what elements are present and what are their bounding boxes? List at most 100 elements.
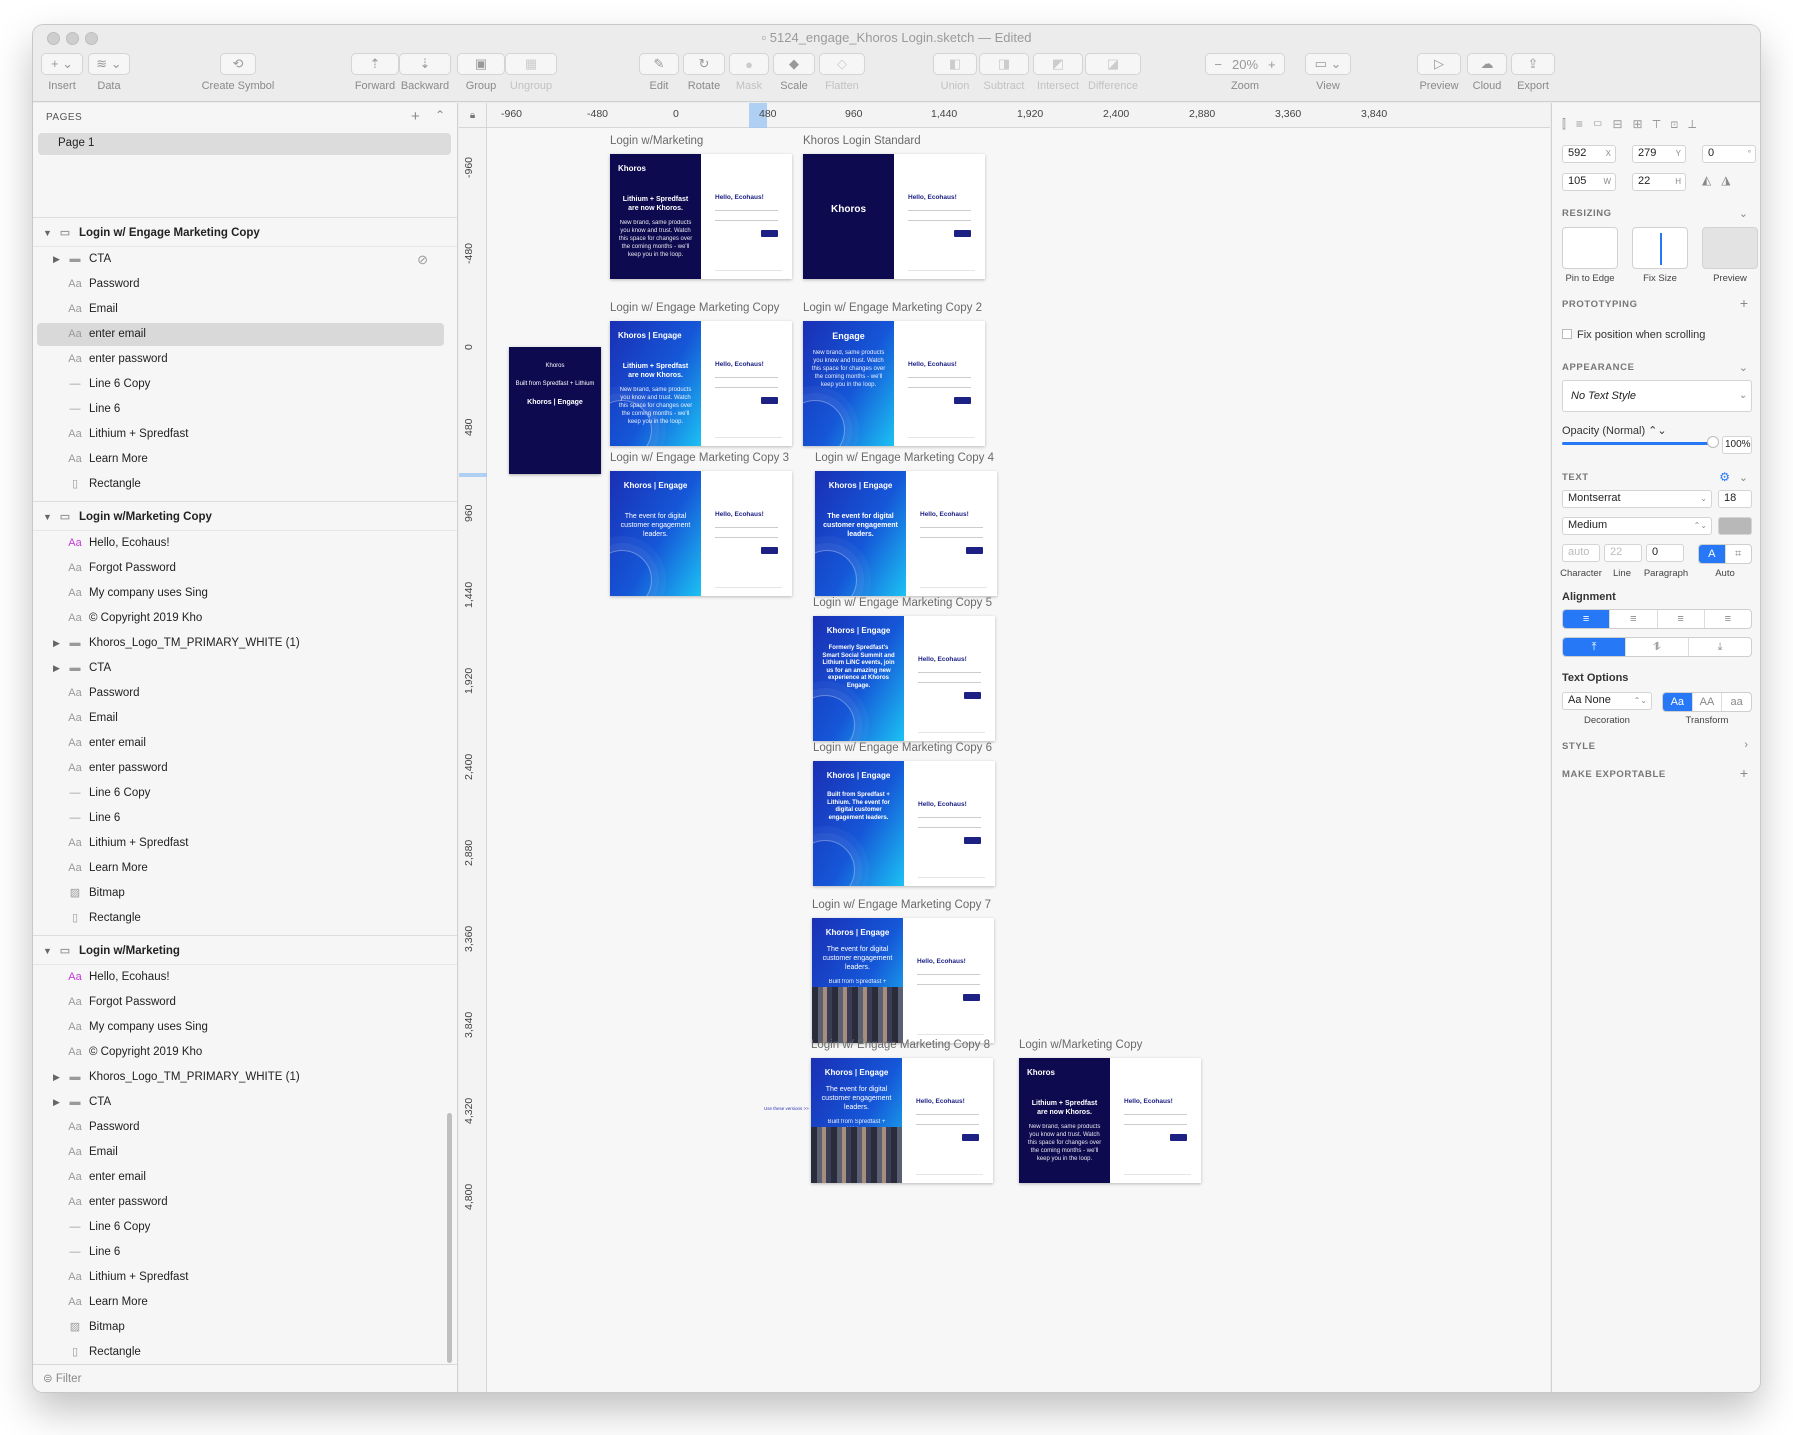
disclosure-open-icon[interactable]: ▼ — [43, 218, 53, 248]
mask-button[interactable]: ● Mask — [729, 53, 769, 92]
flatten-button[interactable]: ◇ Flatten — [819, 53, 865, 92]
chevron-right-icon[interactable]: › — [1744, 739, 1748, 751]
text-style-select[interactable]: No Text Style ⌄ — [1562, 380, 1752, 412]
add-icon[interactable]: + — [1740, 765, 1748, 781]
fix-size-widget[interactable] — [1632, 227, 1688, 269]
layer-row[interactable]: Aa enter password — [33, 347, 457, 372]
font-weight-select[interactable]: Medium ⌃⌄ — [1562, 517, 1712, 535]
backward-button[interactable]: ⇣ Backward — [399, 53, 451, 92]
layer-row[interactable]: — Line 6 Copy — [33, 372, 457, 397]
filter-bar[interactable]: ⊜ Filter — [33, 1364, 457, 1392]
forward-button[interactable]: ⇡ Forward — [351, 53, 399, 92]
layer-row[interactable]: Aa Email — [33, 297, 457, 322]
layers-scrollbar[interactable] — [447, 1113, 452, 1363]
transform-segmented[interactable]: Aa AA aa — [1662, 692, 1752, 712]
horizontal-alignment[interactable]: ≡ ≡ ≡ ≡ — [1562, 609, 1752, 629]
style-header[interactable]: STYLE — [1562, 741, 1596, 752]
export-button[interactable]: ⇪ Export — [1511, 53, 1555, 92]
layer-group[interactable]: ▼ ▭ Login w/Marketing — [33, 935, 457, 965]
artboard-title[interactable]: Login w/ Engage Marketing Copy 7 — [812, 899, 991, 911]
layer-row[interactable]: — Line 6 — [33, 1240, 457, 1265]
layer-row[interactable]: ▨ Bitmap — [33, 881, 457, 906]
layer-row[interactable]: Aa Hello, Ecohaus! — [33, 965, 457, 990]
fixed-size-icon[interactable]: ⌗ — [1726, 545, 1752, 563]
hidden-eye-icon[interactable]: ⊘ — [417, 247, 428, 272]
layer-row[interactable]: ▶ ▬ CTA — [33, 656, 457, 681]
flip-icons[interactable]: ◭◮ — [1702, 173, 1740, 187]
canvas[interactable]: 🔒︎ -960 -480 0 480 960 1,440 1,920 2,400… — [459, 103, 1550, 1392]
chevron-down-icon[interactable]: ⌄ — [1739, 361, 1748, 374]
union-button[interactable]: ◧ Union — [933, 53, 977, 92]
char-spacing-field[interactable]: auto — [1562, 544, 1600, 562]
align-right-icon[interactable]: ≡ — [1658, 610, 1705, 628]
layer-row[interactable]: Aa © Copyright 2019 Kho — [33, 606, 457, 631]
artboard-engage-marketing-copy-6[interactable]: Login w/ Engage Marketing Copy 6 Khoros … — [813, 742, 995, 886]
artboard-title[interactable]: Login w/ Engage Marketing Copy 4 — [815, 452, 994, 464]
layer-row[interactable]: Aa Password — [33, 681, 457, 706]
layer-row[interactable]: ▨ Bitmap — [33, 1315, 457, 1340]
horizontal-ruler[interactable]: -960 -480 0 480 960 1,440 1,920 2,400 2,… — [487, 103, 1550, 128]
chevron-down-icon[interactable]: ⌄ — [1739, 207, 1748, 220]
preview-button[interactable]: ▷ Preview — [1417, 53, 1461, 92]
artboard-engage-marketing-copy-3[interactable]: Login w/ Engage Marketing Copy 3 Khoros … — [610, 452, 792, 596]
layer-row[interactable]: ▶ ▬ CTA ⊘ — [33, 247, 457, 272]
text-color-swatch[interactable] — [1718, 517, 1752, 535]
layer-row[interactable]: — Line 6 — [33, 806, 457, 831]
paragraph-spacing-field[interactable]: 0 — [1646, 544, 1684, 562]
layer-row[interactable]: Aa Forgot Password — [33, 556, 457, 581]
layer-row[interactable]: Aa © Copyright 2019 Kho — [33, 1040, 457, 1065]
fix-position-checkbox[interactable]: Fix position when scrolling — [1562, 329, 1705, 341]
layer-row[interactable]: Aa Password — [33, 272, 457, 297]
filter-input[interactable]: Filter — [56, 1373, 82, 1385]
engage-logo-artboard[interactable]: Khoros Built from Spredfast + Lithium Kh… — [509, 347, 601, 474]
width-field[interactable]: 105 W — [1562, 173, 1616, 191]
transform-lower[interactable]: aa — [1722, 693, 1751, 711]
opacity-slider-knob[interactable] — [1707, 436, 1719, 448]
artboard-title[interactable]: Login w/Marketing — [610, 135, 703, 147]
artboard-login-marketing[interactable]: Login w/Marketing Khoros Lithium + Spredf… — [610, 135, 792, 279]
height-field[interactable]: 22 H — [1632, 173, 1686, 191]
ungroup-button[interactable]: ▦ Ungroup — [505, 53, 557, 92]
artboard-title[interactable]: Login w/ Engage Marketing Copy 3 — [610, 452, 789, 464]
zoom-stepper[interactable]: − 20% + — [1205, 53, 1285, 75]
group-button[interactable]: ▣ Group — [457, 53, 505, 92]
vertical-ruler[interactable]: -960 -480 0 480 960 1,440 1,920 2,400 2,… — [459, 128, 487, 1392]
rotate-button[interactable]: ↻ Rotate — [683, 53, 725, 92]
layer-row[interactable]: Aa Lithium + Spredfast — [33, 1265, 457, 1290]
line-height-field[interactable]: 22 — [1604, 544, 1642, 562]
font-size-field[interactable]: 18 — [1718, 490, 1752, 508]
collapse-pages-icon[interactable]: ⌃ — [435, 108, 445, 122]
layer-row[interactable]: Aa Email — [33, 1140, 457, 1165]
layer-row[interactable]: Aa Hello, Ecohaus! — [33, 531, 457, 556]
subtract-button[interactable]: ◨ Subtract — [979, 53, 1029, 92]
difference-button[interactable]: ◪ Difference — [1085, 53, 1141, 92]
opacity-field[interactable]: 100% — [1722, 436, 1752, 454]
layer-row[interactable]: Aa Learn More — [33, 447, 457, 472]
artboard-title[interactable]: Login w/ Engage Marketing Copy 5 — [813, 597, 992, 609]
layer-row[interactable]: Aa Email — [33, 706, 457, 731]
opacity-slider[interactable] — [1562, 442, 1712, 445]
layer-row[interactable]: ▶ ▬ Khoros_Logo_TM_PRIMARY_WHITE (1) — [33, 1065, 457, 1090]
font-family-select[interactable]: Montserrat ⌄ — [1562, 490, 1712, 508]
layer-row[interactable]: — Line 6 Copy — [33, 781, 457, 806]
add-page-icon[interactable]: + — [411, 108, 420, 125]
layer-row[interactable]: Aa Learn More — [33, 1290, 457, 1315]
align-left-icon[interactable]: ≡ — [1563, 610, 1611, 628]
decoration-select[interactable]: Aa None ⌃⌄ — [1562, 692, 1652, 710]
layer-row[interactable]: ▶ ▬ CTA — [33, 1090, 457, 1115]
y-field[interactable]: 279 Y — [1632, 145, 1686, 163]
artboard-title[interactable]: Login w/ Engage Marketing Copy 8 — [811, 1039, 990, 1051]
x-field[interactable]: 592 X — [1562, 145, 1616, 163]
layer-row[interactable]: Aa My company uses Sing — [33, 581, 457, 606]
align-justify-icon[interactable]: ≡ — [1705, 610, 1751, 628]
artboard-title[interactable]: Login w/Marketing Copy — [1019, 1039, 1142, 1051]
rotation-field[interactable]: 0 ° — [1702, 145, 1756, 163]
artboard-engage-marketing-copy-4[interactable]: Login w/ Engage Marketing Copy 4 Khoros … — [815, 452, 997, 596]
page-item[interactable]: Page 1 — [38, 133, 451, 155]
pin-to-edge-widget[interactable] — [1562, 227, 1618, 269]
edit-button[interactable]: ✎ Edit — [639, 53, 679, 92]
chevron-down-icon[interactable]: ⌄ — [1739, 471, 1748, 484]
artboard-khoros-login-standard[interactable]: Khoros Login Standard Khoros Hello, Ecoh… — [803, 135, 985, 279]
data-button[interactable]: ≋ ⌄ Data — [88, 53, 130, 92]
use-versions-link[interactable]: Use these versions >> — [764, 1106, 809, 1111]
